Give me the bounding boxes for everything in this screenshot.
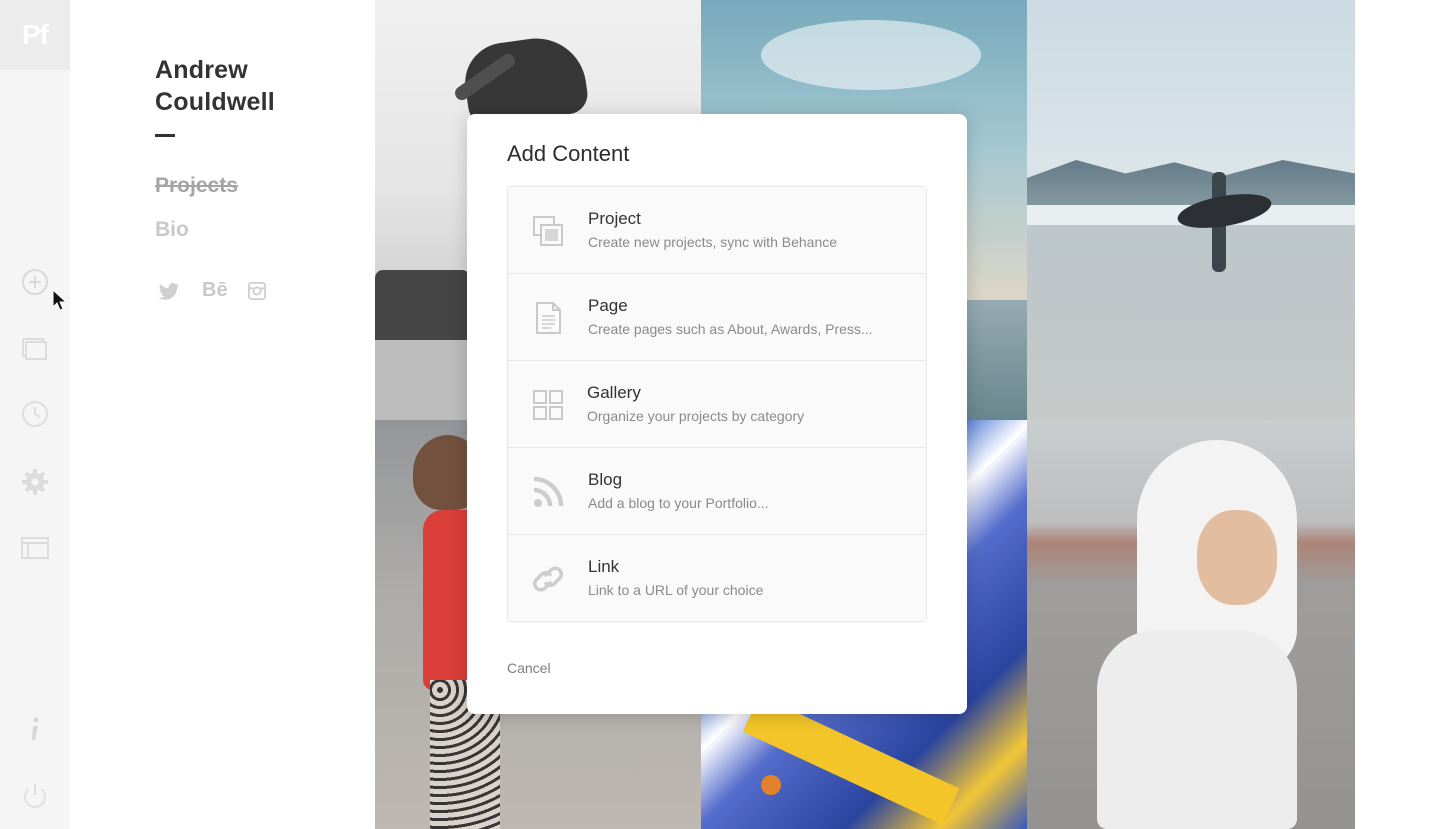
option-label: Link — [588, 557, 620, 576]
option-label: Blog — [588, 470, 623, 489]
option-label: Page — [588, 296, 628, 315]
power-icon[interactable] — [20, 781, 50, 811]
twitter-icon[interactable] — [158, 282, 182, 304]
link-icon — [532, 562, 564, 596]
option-label: Project — [588, 209, 641, 228]
option-description: Link to a URL of your choice — [588, 582, 764, 598]
settings-icon[interactable] — [20, 467, 50, 497]
app-toolbar: Pf — [0, 0, 70, 829]
social-links: Bē — [158, 279, 268, 304]
pages-icon[interactable] — [20, 334, 50, 364]
site-title[interactable]: Andrew Couldwell — [155, 54, 355, 118]
nav-bio-link[interactable]: Bio — [155, 218, 189, 242]
option-description: Organize your projects by category — [587, 408, 805, 424]
rss-icon — [532, 475, 564, 509]
info-icon[interactable] — [20, 714, 50, 744]
option-project[interactable]: Project Create new projects, sync with B… — [508, 187, 926, 274]
add-content-dialog: Add Content Project Create new projects,… — [467, 114, 967, 714]
content-type-list: Project Create new projects, sync with B… — [507, 186, 927, 622]
portfolio-logo[interactable]: Pf — [0, 0, 70, 70]
gallery-icon — [532, 388, 564, 422]
title-divider — [155, 134, 175, 137]
site-navigation: Andrew Couldwell Projects Bio Bē — [155, 54, 355, 301]
site-title-line2: Couldwell — [155, 88, 275, 116]
nav-projects-link[interactable]: Projects — [155, 174, 238, 198]
cancel-button[interactable]: Cancel — [507, 660, 551, 676]
option-description: Create new projects, sync with Behance — [588, 234, 838, 250]
add-icon[interactable] — [20, 267, 50, 297]
option-gallery[interactable]: Gallery Organize your projects by catego… — [508, 361, 926, 448]
option-link[interactable]: Link Link to a URL of your choice — [508, 535, 926, 621]
behance-icon[interactable]: Bē — [202, 279, 228, 304]
history-icon[interactable] — [20, 399, 50, 429]
instagram-icon[interactable] — [247, 282, 268, 302]
site-title-line1: Andrew — [155, 56, 248, 84]
option-description: Add a blog to your Portfolio... — [588, 495, 769, 511]
option-page[interactable]: Page Create pages such as About, Awards,… — [508, 274, 926, 361]
dialog-title: Add Content — [507, 141, 630, 166]
mouse-cursor-icon — [52, 288, 68, 311]
option-blog[interactable]: Blog Add a blog to your Portfolio... — [508, 448, 926, 535]
layout-icon[interactable] — [20, 533, 50, 563]
project-icon — [532, 214, 564, 248]
page-icon — [532, 301, 564, 335]
option-label: Gallery — [587, 383, 641, 402]
option-description: Create pages such as About, Awards, Pres… — [588, 321, 873, 337]
